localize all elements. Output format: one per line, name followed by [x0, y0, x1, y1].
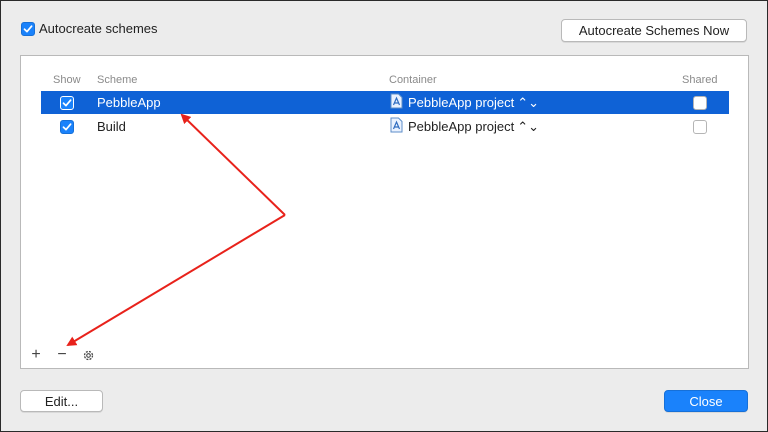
container-name: PebbleApp project [408, 95, 515, 110]
container-popup[interactable]: PebbleApp project ⌃⌄ [390, 91, 539, 114]
shared-checkbox[interactable] [693, 95, 707, 110]
gear-icon[interactable] [81, 348, 95, 362]
close-button[interactable]: Close [664, 390, 748, 412]
xcode-project-icon [390, 93, 403, 112]
autocreate-schemes-checkbox[interactable]: Autocreate schemes [21, 21, 158, 36]
scheme-name: PebbleApp [97, 95, 161, 110]
shared-checkbox[interactable] [693, 119, 707, 134]
popup-arrows-icon: ⌃⌄ [517, 95, 540, 110]
table-toolbar: + − [29, 346, 95, 363]
edit-button[interactable]: Edit... [20, 390, 103, 412]
minus-icon[interactable]: − [55, 346, 69, 363]
plus-icon[interactable]: + [29, 346, 43, 363]
autocreate-schemes-label: Autocreate schemes [39, 21, 158, 36]
show-checkbox[interactable] [60, 95, 74, 110]
show-checkbox[interactable] [60, 119, 74, 134]
scheme-name: Build [97, 119, 126, 134]
schemes-table: Show Scheme Container Shared PebbleApp P… [20, 55, 749, 369]
popup-arrows-icon: ⌃⌄ [517, 119, 540, 134]
table-row-build[interactable]: Build PebbleApp project ⌃⌄ [41, 115, 729, 138]
column-header-show[interactable]: Show [53, 74, 81, 86]
autocreate-schemes-now-button[interactable]: Autocreate Schemes Now [561, 19, 747, 42]
column-header-shared[interactable]: Shared [682, 74, 717, 86]
table-row-pebbleapp[interactable]: PebbleApp PebbleApp project ⌃⌄ [41, 91, 729, 114]
xcode-project-icon [390, 117, 403, 136]
container-popup[interactable]: PebbleApp project ⌃⌄ [390, 115, 539, 138]
checkbox-icon [21, 21, 35, 36]
column-header-container[interactable]: Container [389, 74, 437, 86]
container-name: PebbleApp project [408, 119, 515, 134]
column-header-scheme[interactable]: Scheme [97, 74, 137, 86]
